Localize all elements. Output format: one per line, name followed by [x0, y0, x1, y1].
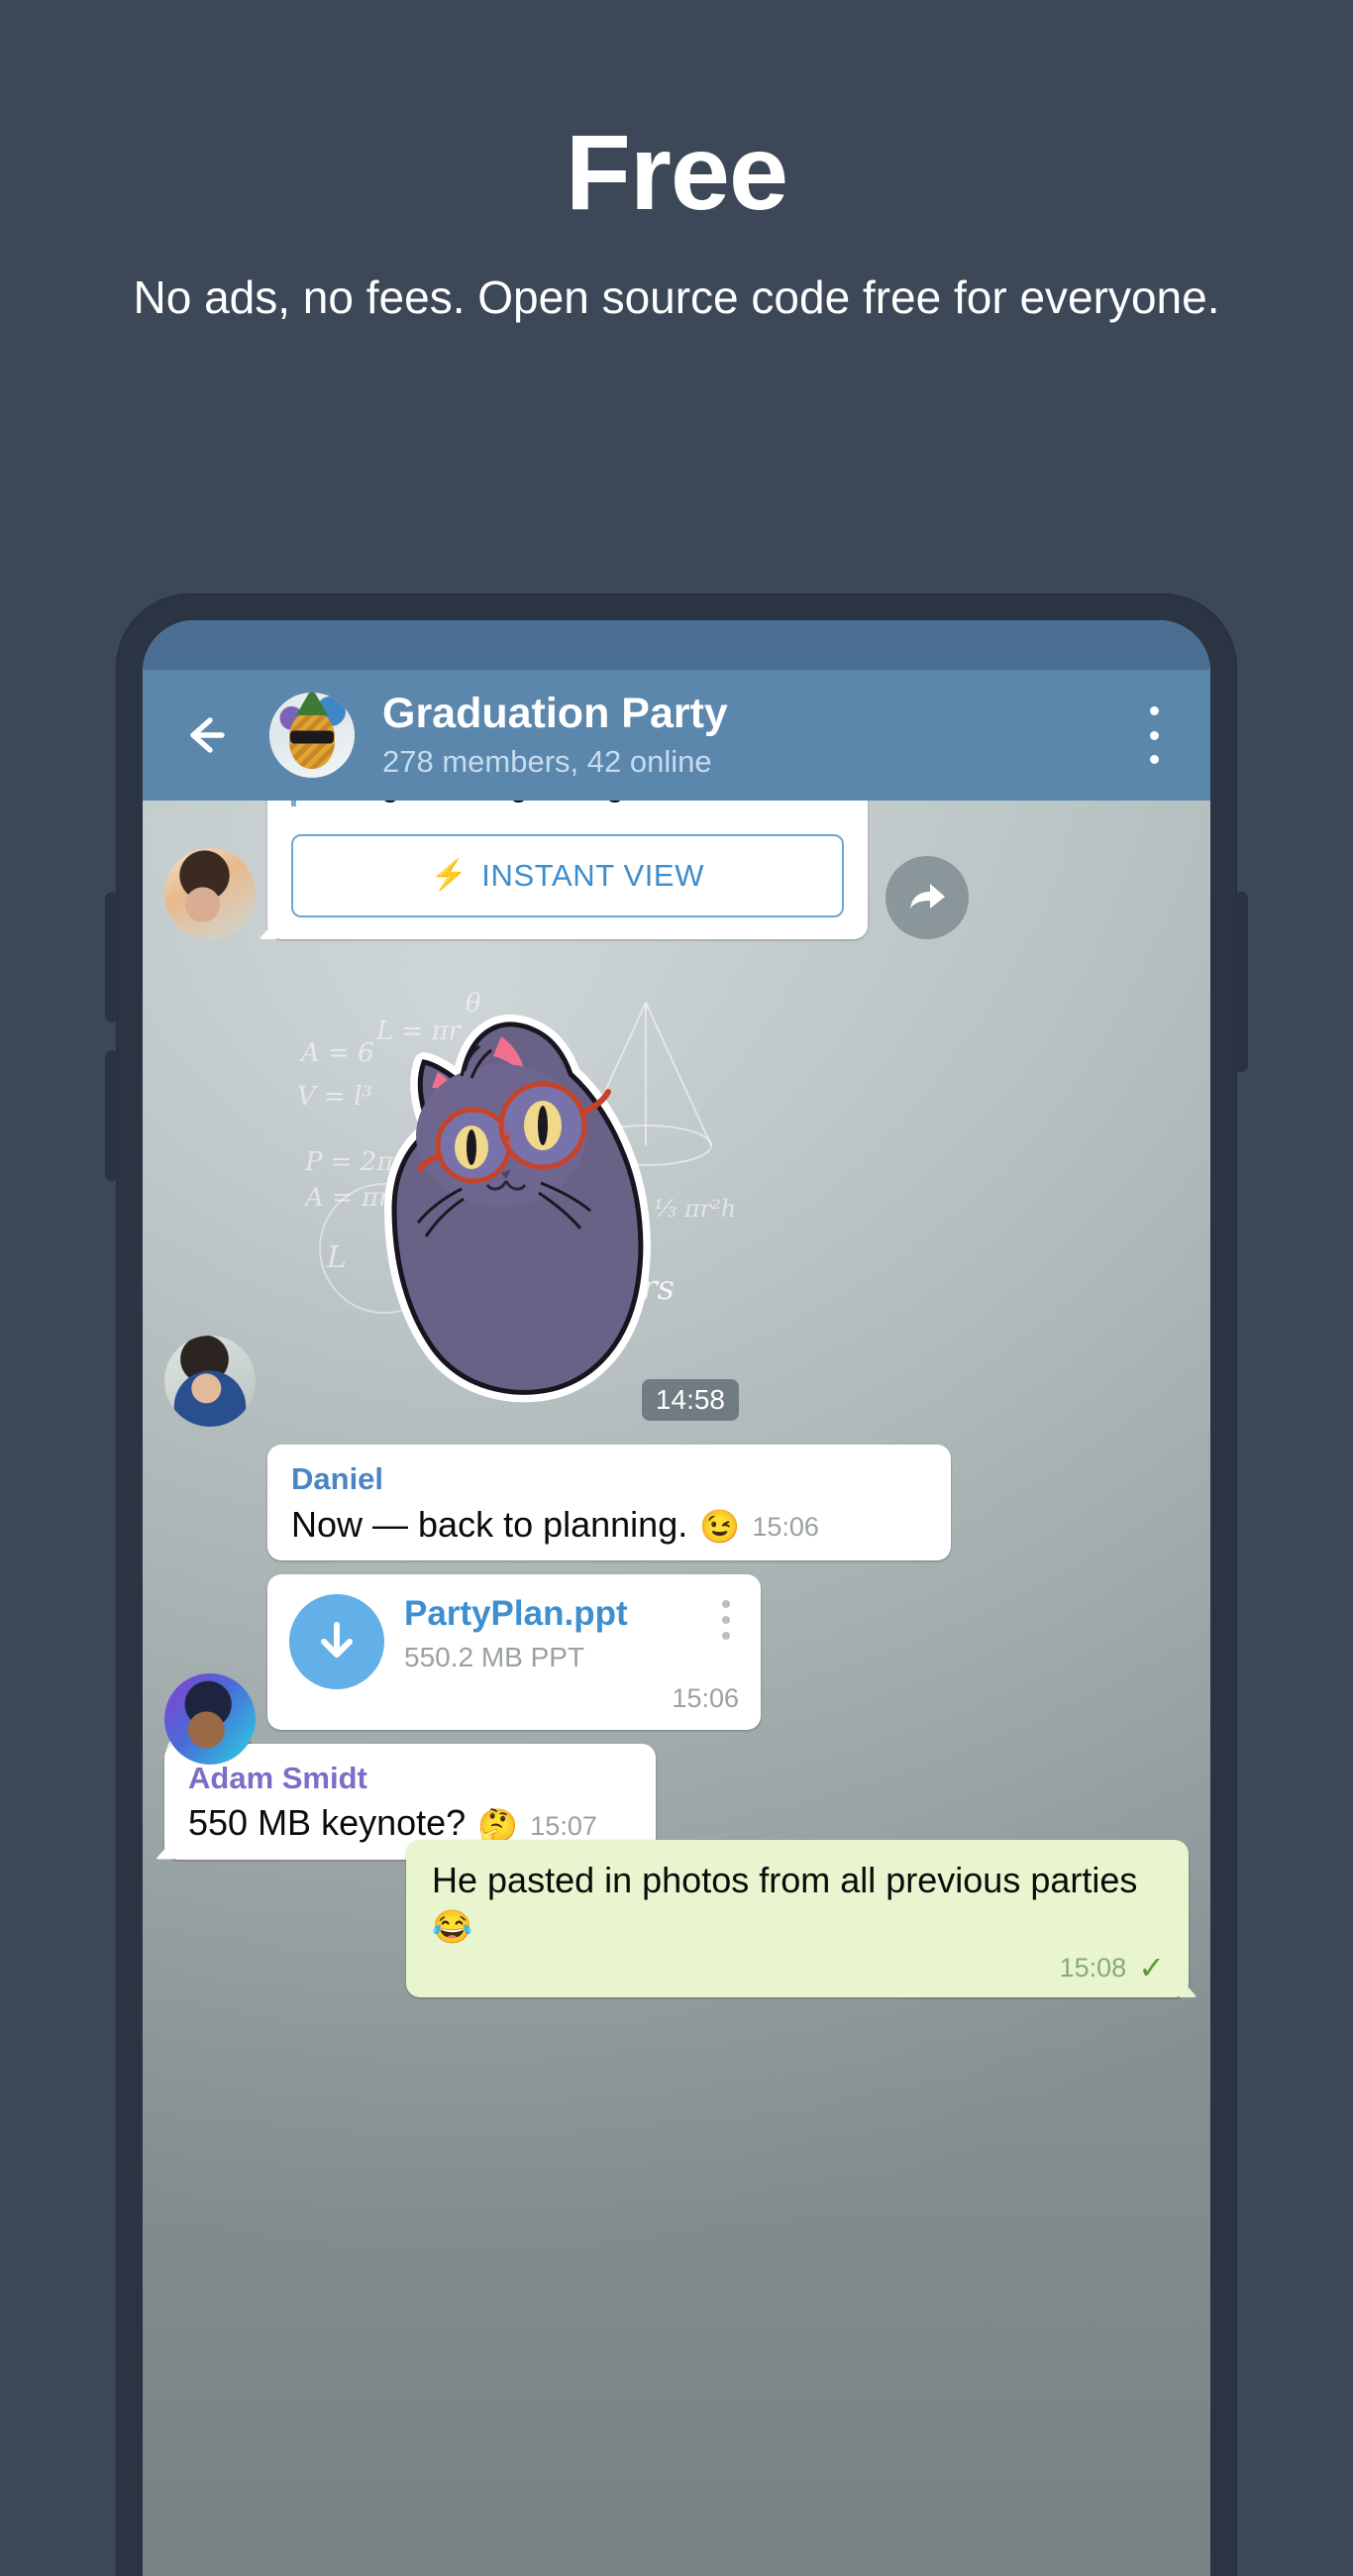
message-row-outgoing: He pasted in photos from all previous pa… — [143, 1839, 1210, 1998]
outgoing-footer: 15:08 ✓ — [432, 1952, 1165, 1984]
avatar[interactable] — [164, 1672, 256, 1765]
status-bar — [143, 620, 1210, 670]
back-arrow-icon[interactable] — [176, 706, 234, 764]
file-row: PartyPlan.ppt 550.2 MB PPT — [289, 1593, 739, 1689]
outgoing-message-text: He pasted in photos from all previous pa… — [432, 1859, 1138, 1900]
message-row-sticker: A = 6 V = l³ P = 2πr A = πr² L L = πr θ … — [143, 961, 1210, 1428]
kebab-dot — [722, 1615, 730, 1624]
file-name: PartyPlan.ppt — [404, 1593, 628, 1633]
group-avatar[interactable] — [269, 693, 355, 778]
kebab-dot — [722, 1631, 730, 1640]
kebab-dot — [722, 1599, 730, 1608]
single-check-icon: ✓ — [1138, 1950, 1165, 1986]
phone-screen: Graduation Party 278 members, 42 online — [143, 620, 1210, 2576]
outgoing-bubble[interactable]: He pasted in photos from all previous pa… — [406, 1839, 1189, 1998]
chat-title: Graduation Party — [382, 690, 728, 738]
message-list[interactable]: Einstein struggled to find a job out of … — [143, 801, 1210, 2576]
avatar[interactable] — [164, 1336, 256, 1428]
instant-view-button[interactable]: ⚡ INSTANT VIEW — [291, 834, 844, 918]
instant-view-label: INSTANT VIEW — [481, 858, 705, 894]
kebab-dot — [1149, 706, 1159, 715]
joy-emoji: 😂 — [432, 1908, 473, 1946]
download-arrow-icon[interactable] — [289, 1593, 384, 1689]
chat-title-block[interactable]: Graduation Party 278 members, 42 online — [382, 691, 1131, 779]
kebab-dot — [1149, 755, 1159, 764]
file-size: 550.2 MB PPT — [404, 1642, 585, 1673]
promo-subtitle: No ads, no fees. Open source code free f… — [133, 271, 1220, 323]
kebab-menu-icon[interactable] — [1131, 702, 1177, 768]
link-preview-text: Einstein struggled to find a job out of … — [314, 801, 844, 806]
chat-subtitle: 278 members, 42 online — [382, 743, 712, 779]
sunglasses-icon — [290, 730, 334, 744]
phone-frame: Graduation Party 278 members, 42 online — [105, 594, 1248, 2576]
file-timestamp: 15:06 — [672, 1682, 739, 1713]
message-row-daniel: Daniel Now — back to planning. 😉 15:06 — [143, 1445, 1210, 1560]
link-preview-bubble[interactable]: Einstein struggled to find a job out of … — [267, 801, 868, 940]
page-root: Free No ads, no fees. Open source code f… — [0, 0, 1353, 2576]
wink-emoji: 😉 — [699, 1507, 741, 1545]
outgoing-timestamp: 15:08 — [1059, 1952, 1127, 1983]
sticker-timestamp: 14:58 — [641, 1379, 739, 1422]
cat-illustration — [384, 1015, 651, 1403]
chat-app-bar: Graduation Party 278 members, 42 online — [143, 670, 1210, 801]
message-line: Now — back to planning. 😉 15:06 — [291, 1502, 929, 1547]
kebab-dot — [1149, 730, 1159, 740]
math-cat-sticker[interactable]: A = 6 V = l³ P = 2πr A = πr² L L = πr θ … — [267, 961, 739, 1427]
volume-up-button[interactable] — [105, 892, 119, 1022]
page-title: Free — [565, 112, 788, 232]
promo-header: Free No ads, no fees. Open source code f… — [0, 0, 1353, 325]
avatar[interactable] — [164, 848, 256, 940]
volume-down-button[interactable] — [105, 1050, 119, 1181]
message-sender: Adam Smidt — [188, 1760, 367, 1795]
message-timestamp: 15:06 — [752, 1511, 819, 1542]
text-bubble[interactable]: Daniel Now — back to planning. 😉 15:06 — [267, 1445, 951, 1560]
message-sender: Daniel — [291, 1461, 384, 1497]
file-meta: PartyPlan.ppt 550.2 MB PPT — [404, 1594, 713, 1673]
forward-arrow-icon[interactable] — [885, 856, 969, 940]
message-text: Now — back to planning. — [291, 1503, 688, 1545]
bolt-icon: ⚡ — [430, 859, 468, 893]
message-row-link-preview: Einstein struggled to find a job out of … — [143, 801, 1210, 940]
link-preview-body: Einstein struggled to find a job out of … — [267, 801, 868, 824]
message-row-file: PartyPlan.ppt 550.2 MB PPT 15:06 — [143, 1573, 1210, 1730]
power-button[interactable] — [1234, 892, 1248, 1072]
file-bubble[interactable]: PartyPlan.ppt 550.2 MB PPT 15:06 — [267, 1573, 761, 1730]
file-kebab-icon[interactable] — [713, 1594, 739, 1640]
link-preview-quote: Einstein struggled to find a job out of … — [291, 801, 844, 807]
outgoing-text: He pasted in photos from all previous pa… — [432, 1858, 1165, 1951]
